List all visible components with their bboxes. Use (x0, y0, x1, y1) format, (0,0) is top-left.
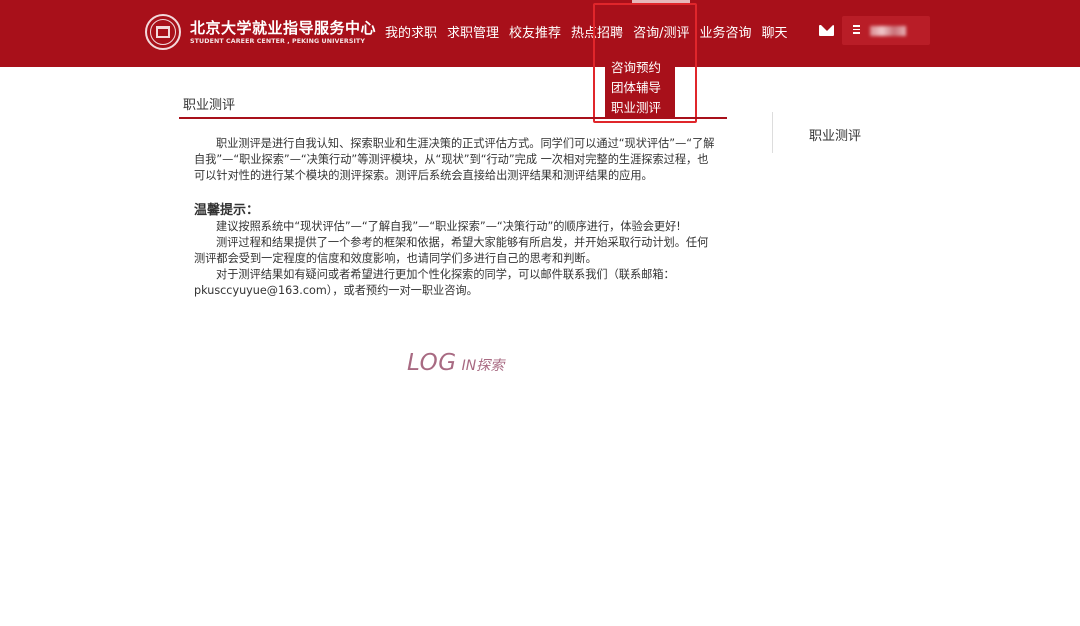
tip-paragraph: 对于测评结果如有疑问或者希望进行更加个性化探索的同学，可以邮件联系我们（联系邮箱… (194, 268, 675, 298)
sidebar-divider (772, 112, 773, 153)
logo-inner-ring (150, 19, 176, 45)
peking-university-logo-icon[interactable] (145, 14, 181, 50)
login-text-big: LOG (407, 350, 457, 376)
brand-name-cn: 北京大学就业指导服务中心 (190, 19, 377, 37)
tip-paragraph: 测评过程和结果提供了一个参考的框架和依据，希望大家能够有所启发，并开始采取行动计… (194, 235, 709, 266)
mail-icon[interactable] (819, 25, 834, 36)
main-content: 职业测评是进行自我认知、探索职业和生涯决策的正式评估方式。同学们可以通过“现状评… (194, 136, 716, 300)
nav-item-chat[interactable]: 聊天 (756, 0, 792, 67)
user-menu-button[interactable] (842, 16, 930, 45)
main-nav: 我的求职 求职管理 校友推荐 热点招聘 咨询/测评 业务咨询 聊天 (380, 0, 792, 67)
nav-item-job-management[interactable]: 求职管理 (442, 0, 504, 67)
tips-heading: 温馨提示： (194, 202, 260, 218)
tip-paragraph: 建议按照系统中“现状评估”—“了解自我”—“职业探索”—“决策行动”的顺序进行，… (216, 219, 681, 233)
nav-item-my-job-search[interactable]: 我的求职 (380, 0, 442, 67)
sidebar-item-career-assessment[interactable]: 职业测评 (809, 125, 861, 144)
nav-item-business-consult[interactable]: 业务咨询 (694, 0, 756, 67)
menu-icon (853, 25, 860, 34)
highlight-box (593, 3, 697, 123)
user-name-blurred (870, 26, 906, 36)
intro-paragraph: 职业测评是进行自我认知、探索职业和生涯决策的正式评估方式。同学们可以通过“现状评… (194, 137, 715, 183)
login-text-small: IN探索 (461, 358, 505, 374)
brand-name-en: STUDENT CAREER CENTER , PEKING UNIVERSIT… (190, 38, 365, 45)
title-divider (179, 117, 727, 119)
login-explore-link[interactable]: LOG IN探索 (407, 350, 504, 376)
logo-glyph (156, 26, 170, 38)
nav-item-alumni-referral[interactable]: 校友推荐 (504, 0, 566, 67)
page-title: 职业测评 (183, 98, 236, 113)
top-header: 北京大学就业指导服务中心 STUDENT CAREER CENTER , PEK… (0, 0, 1080, 67)
